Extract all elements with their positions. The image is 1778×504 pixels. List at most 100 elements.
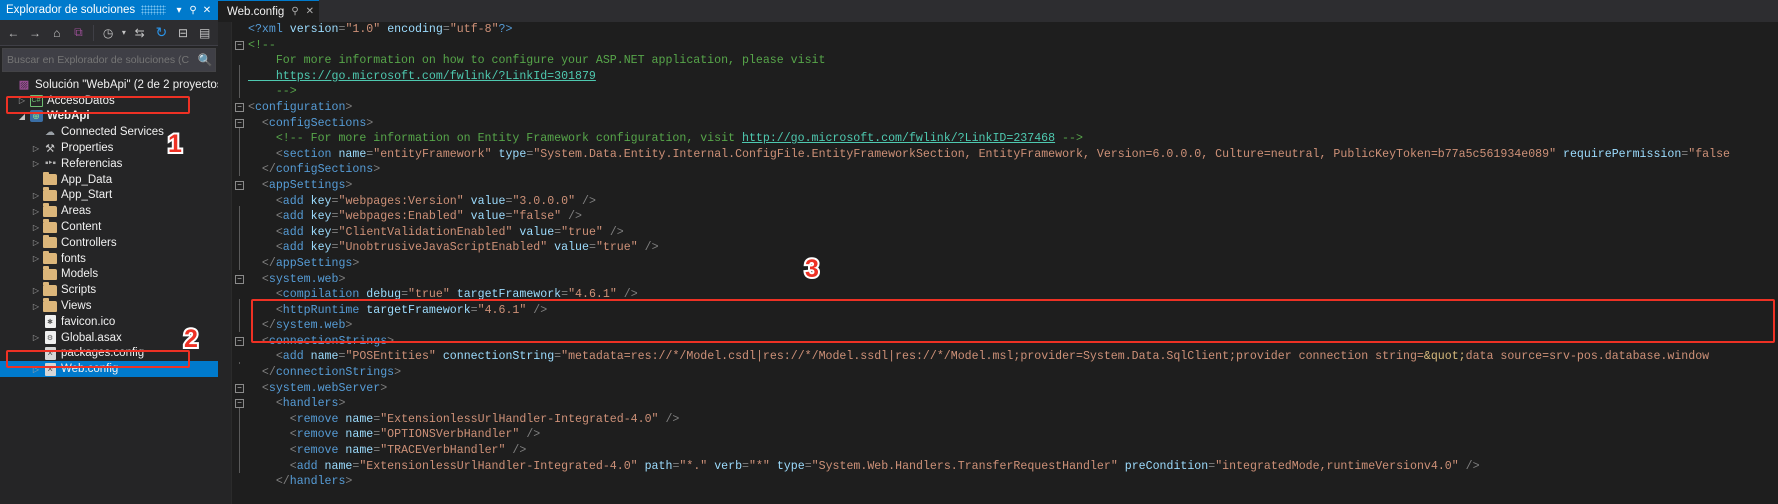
references-icon: ▪‣▪	[45, 158, 56, 170]
code-surface[interactable]: − − − − − − − − <?xml version="1.0" encoding="u…	[218, 22, 1778, 504]
pending-changes-icon[interactable]: ◷	[98, 23, 119, 43]
chevron-right-icon[interactable]: ▷	[30, 286, 42, 295]
code-line: <connectionStrings>	[248, 334, 395, 348]
pin-icon[interactable]: ⚲	[186, 5, 200, 16]
folder-icon	[42, 266, 58, 280]
folder-icon	[42, 234, 58, 249]
chevron-right-icon[interactable]: ▷	[16, 96, 28, 105]
code-line: <remove name="OPTIONSVerbHandler" />	[248, 428, 541, 442]
tree-item-controllers[interactable]: ▷ Controllers	[0, 234, 218, 251]
search-box[interactable]: 🔍	[2, 48, 216, 72]
tab-webconfig[interactable]: Web.config ⚲ ✕	[218, 0, 320, 22]
chevron-right-icon[interactable]: ▷	[30, 223, 42, 232]
pending-changes-dropdown-icon[interactable]: ▾	[119, 23, 128, 43]
code-line: <section name="entityFramework" type="Sy…	[248, 147, 1731, 161]
code-line: <add key="webpages:Enabled" value="false…	[248, 210, 583, 224]
solution-explorer-panel: Explorador de soluciones ▾ ⚲ ✕ ← → ⌂ ⧉ ◷…	[0, 0, 227, 504]
code-editor: Web.config ⚲ ✕ − − − − − − − − <?xml version="1…	[218, 0, 1778, 504]
chevron-right-icon[interactable]: ▷	[30, 159, 42, 168]
tree-item-app-start[interactable]: ▷ App_Start	[0, 187, 218, 204]
forward-icon[interactable]: →	[25, 23, 46, 43]
code-line: <system.web>	[248, 272, 346, 286]
chevron-down-icon[interactable]: ◢	[16, 112, 28, 121]
search-icon[interactable]: 🔍	[195, 53, 215, 67]
tree-item-label: AccesoDatos	[47, 94, 115, 107]
tree-item-label: packages.config	[61, 347, 145, 360]
tree-item-properties[interactable]: ▷ ⚒ Properties	[0, 140, 218, 156]
tree-item-label: Properties	[61, 142, 114, 155]
config-icon: ⚒	[42, 362, 58, 376]
tree-item-label: Scripts	[61, 284, 97, 297]
chevron-right-icon[interactable]: ▷	[30, 254, 42, 263]
tree-item-models[interactable]: Models	[0, 266, 218, 283]
refresh-icon[interactable]: ↻	[151, 23, 172, 43]
folder-icon	[42, 282, 58, 296]
tree-item-label: Referencias	[61, 157, 123, 170]
code-line: <system.webServer>	[248, 381, 388, 395]
folder-icon	[42, 298, 58, 312]
search-input[interactable]	[3, 54, 195, 66]
tree-item-scripts[interactable]: ▷ Scripts	[0, 282, 218, 298]
back-icon[interactable]: ←	[3, 23, 24, 43]
drag-handle-dots[interactable]	[141, 5, 166, 15]
tree-item-label: fonts	[61, 252, 86, 265]
hyperlink[interactable]: http://go.microsoft.com/fwlink/?LinkID=2…	[742, 132, 1055, 145]
code-line: <!--	[248, 38, 276, 52]
code-line: <configuration>	[248, 100, 353, 114]
editor-tabstrip: Web.config ⚲ ✕	[218, 0, 1778, 22]
solution-explorer-header: Explorador de soluciones ▾ ⚲ ✕	[0, 0, 218, 20]
code-line: <add key="webpages:Version" value="3.0.0…	[248, 194, 596, 208]
tree-item-connected-services[interactable]: ☁ Connected Services	[0, 124, 218, 140]
vs-solution-icon: ▨	[18, 79, 30, 92]
folder-icon	[42, 187, 58, 201]
tree-item-app-data[interactable]: App_Data	[0, 171, 218, 188]
code-line: </system.web>	[248, 319, 353, 333]
code-line: For more information on how to configure…	[248, 54, 826, 68]
tree-item-referencias[interactable]: ▷ ▪‣▪ Referencias	[0, 156, 218, 172]
chevron-right-icon[interactable]: ▷	[30, 191, 42, 200]
visual-studio-window: Explorador de soluciones ▾ ⚲ ✕ ← → ⌂ ⧉ ◷…	[0, 0, 1778, 504]
web-project-icon: ⊕	[28, 110, 44, 123]
close-icon[interactable]: ✕	[306, 6, 314, 17]
code-line: <configSections>	[248, 116, 374, 130]
tree-item-accesodatos[interactable]: ▷ C# AccesoDatos	[0, 93, 218, 109]
code-line: <add name="POSEntities" connectionString…	[248, 350, 1710, 364]
collapse-all-icon[interactable]: ⊟	[173, 23, 194, 43]
folder-icon	[42, 250, 58, 265]
chevron-down-icon[interactable]: ▾	[172, 5, 186, 16]
folder-icon	[42, 219, 58, 233]
home-icon[interactable]: ⌂	[46, 23, 67, 43]
tree-item-webapi[interactable]: ◢ ⊕ WebApi	[0, 109, 218, 125]
folder-icon	[42, 171, 58, 186]
file-icon: ✱	[42, 315, 58, 329]
editor-gutter	[218, 22, 232, 504]
chevron-right-icon[interactable]: ▷	[30, 365, 42, 374]
properties-icon[interactable]: ▤	[194, 23, 215, 43]
code-line: <httpRuntime targetFramework="4.6.1" />	[248, 303, 548, 317]
chevron-right-icon[interactable]: ▷	[30, 238, 42, 247]
solution-explorer-toolbar: ← → ⌂ ⧉ ◷ ▾ ⇆ ↻ ⊟ ▤	[0, 20, 218, 46]
callout-3: 3 3	[803, 253, 821, 285]
tree-item-web-config[interactable]: ▷ ⚒ Web.config	[0, 361, 218, 378]
pin-icon[interactable]: ⚲	[291, 6, 298, 17]
csharp-project-icon: C#	[28, 94, 44, 107]
wrench-icon: ⚒	[45, 142, 55, 155]
chevron-right-icon[interactable]: ▷	[30, 333, 42, 342]
code-line: <remove name="ExtensionlessUrlHandler-In…	[248, 412, 680, 426]
config-icon: ⚒	[42, 346, 58, 360]
chevron-right-icon[interactable]: ▷	[30, 144, 42, 153]
sync-icon[interactable]: ⇆	[129, 23, 150, 43]
hyperlink[interactable]: https://go.microsoft.com/fwlink/?LinkId=…	[248, 70, 596, 83]
asax-icon: ⚙	[42, 331, 58, 345]
tree-item-label: Views	[61, 300, 92, 313]
solution-view-icon[interactable]: ⧉	[68, 23, 89, 43]
code-line: <appSettings>	[248, 178, 353, 192]
tree-item-views[interactable]: ▷ Views	[0, 298, 218, 314]
tree-item-content[interactable]: ▷ Content	[0, 219, 218, 235]
tree-item-areas[interactable]: ▷ Areas	[0, 203, 218, 219]
tree-item-soluci-n-webapi-2-de-2-proyectos[interactable]: ▨ Solución "WebApi" (2 de 2 proyectos)	[0, 77, 227, 93]
chevron-right-icon[interactable]: ▷	[30, 207, 42, 216]
tree-item-fonts[interactable]: ▷ fonts	[0, 250, 218, 267]
chevron-right-icon[interactable]: ▷	[30, 302, 42, 311]
close-icon[interactable]: ✕	[200, 5, 214, 16]
